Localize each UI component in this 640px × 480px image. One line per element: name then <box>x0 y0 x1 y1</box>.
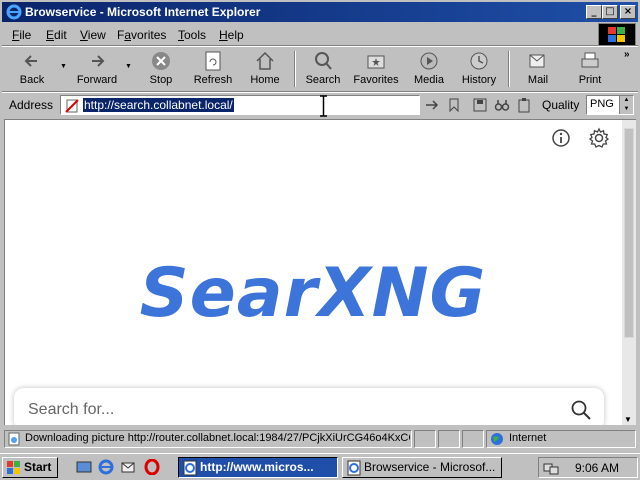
refresh-icon <box>205 51 221 71</box>
address-url: http://search.collabnet.local/ <box>83 98 234 112</box>
system-tray: 9:06 AM <box>538 457 638 478</box>
media-button[interactable]: Media <box>408 47 450 89</box>
forward-button[interactable]: Forward <box>72 47 122 89</box>
favorites-button[interactable]: Favorites <box>350 47 402 89</box>
quality-label: Quality <box>542 98 580 112</box>
info-icon[interactable] <box>551 128 571 148</box>
taskbar: Start http://www.micros... Browservice -… <box>0 453 640 480</box>
page-loading-icon <box>8 432 20 446</box>
address-bar: Address http://search.collabnet.local/ Q… <box>2 94 638 117</box>
search-box[interactable] <box>14 388 604 425</box>
status-pane <box>462 430 484 448</box>
binoculars-icon[interactable] <box>494 97 510 113</box>
clock[interactable]: 9:06 AM <box>575 461 619 475</box>
task-label: http://www.micros... <box>200 460 314 474</box>
favorites-folder-icon <box>367 55 385 69</box>
menu-bar: File Edit View Favorites Tools Help <box>2 24 596 44</box>
spin-down-icon[interactable]: ▼ <box>620 105 633 114</box>
quality-spinner[interactable]: ▲ ▼ <box>619 96 633 114</box>
status-message-pane: Downloading picture http://router.collab… <box>4 430 412 448</box>
standard-toolbar: Back ▼ Forward ▼ Stop Refresh Home Searc… <box>2 47 638 91</box>
maximize-button[interactable]: □ <box>602 5 618 19</box>
mail-icon <box>529 54 545 68</box>
separator <box>2 91 638 93</box>
window-title: Browservice - Microsoft Internet Explore… <box>25 5 261 19</box>
back-arrow-icon <box>24 55 37 67</box>
toolbar-overflow-chevron[interactable]: » <box>624 49 630 60</box>
quality-select[interactable]: PNG ▲ ▼ <box>586 95 634 115</box>
windows-logo-throbber <box>598 23 636 47</box>
status-bar: Downloading picture http://router.collab… <box>2 428 638 450</box>
vertical-scrollbar[interactable]: ▼ <box>622 120 636 425</box>
home-icon <box>256 51 274 70</box>
show-desktop-icon[interactable] <box>76 459 92 475</box>
search-input[interactable] <box>28 398 548 422</box>
status-pane <box>438 430 460 448</box>
mail-button[interactable]: Mail <box>516 47 560 89</box>
scrollbar-thumb[interactable] <box>624 128 634 338</box>
task-label: Browservice - Microsof... <box>364 460 496 474</box>
security-zone-pane: Internet <box>486 430 636 448</box>
refresh-button[interactable]: Refresh <box>190 47 236 89</box>
magnifier-globe-icon <box>315 52 332 70</box>
minimize-button[interactable]: _ <box>586 5 602 19</box>
forward-arrow-icon <box>92 55 105 67</box>
menu-view[interactable]: View <box>80 28 106 42</box>
menu-favorites[interactable]: Favorites <box>117 28 166 42</box>
menu-file[interactable]: File <box>12 28 31 42</box>
media-icon <box>420 52 438 70</box>
back-button[interactable]: Back <box>8 47 56 89</box>
opera-icon[interactable] <box>144 459 160 475</box>
bookmark-icon[interactable] <box>446 97 462 113</box>
close-button[interactable]: × <box>620 5 636 19</box>
internet-globe-icon <box>491 433 503 445</box>
menu-edit[interactable]: Edit <box>46 28 67 42</box>
ie-page-icon <box>347 460 361 476</box>
start-button[interactable]: Start <box>2 457 58 478</box>
home-button[interactable]: Home <box>244 47 286 89</box>
forward-dropdown-icon[interactable]: ▼ <box>125 63 132 70</box>
go-arrow-icon[interactable] <box>424 97 440 113</box>
quality-value: PNG <box>590 98 614 110</box>
address-input[interactable]: http://search.collabnet.local/ <box>60 95 420 117</box>
windows-logo-icon <box>7 461 20 474</box>
browser-window: Browservice - Microsoft Internet Explore… <box>0 0 640 452</box>
stop-button[interactable]: Stop <box>140 47 182 89</box>
scroll-down-icon[interactable]: ▼ <box>624 415 632 424</box>
search-icon[interactable] <box>570 399 592 421</box>
menu-tools[interactable]: Tools <box>178 28 206 42</box>
toolbar-divider <box>508 51 510 87</box>
back-dropdown-icon[interactable]: ▼ <box>60 63 67 70</box>
status-pane <box>414 430 436 448</box>
printer-icon <box>581 52 599 68</box>
menu-help[interactable]: Help <box>219 28 244 42</box>
internet-explorer-icon[interactable] <box>98 459 114 475</box>
clipboard-icon[interactable] <box>516 97 532 113</box>
searxng-logo: SearXNG <box>139 254 487 333</box>
text-cursor-icon <box>320 95 327 117</box>
ie-page-icon <box>183 460 197 476</box>
windows-flag-icon <box>608 27 625 42</box>
print-button[interactable]: Print <box>568 47 612 89</box>
gear-icon[interactable] <box>588 127 610 149</box>
save-icon[interactable] <box>472 97 488 113</box>
zone-label: Internet <box>509 432 547 444</box>
toolbar-divider <box>294 51 296 87</box>
stop-icon <box>152 52 170 70</box>
address-label: Address <box>9 98 54 112</box>
outlook-express-icon[interactable] <box>120 459 136 475</box>
page-viewport[interactable]: SearXNG ▼ <box>4 119 636 425</box>
search-toolbar-button[interactable]: Search <box>302 47 344 89</box>
taskbar-task-active[interactable]: http://www.micros... <box>178 457 338 478</box>
spin-up-icon[interactable]: ▲ <box>620 96 633 105</box>
network-tray-icon[interactable] <box>543 460 559 476</box>
history-icon <box>470 52 488 70</box>
taskbar-task[interactable]: Browservice - Microsof... <box>342 457 502 478</box>
title-bar[interactable]: Browservice - Microsoft Internet Explore… <box>2 2 638 22</box>
start-label: Start <box>24 460 52 474</box>
history-button[interactable]: History <box>456 47 502 89</box>
status-text: Downloading picture http://router.collab… <box>25 432 410 444</box>
ie-icon <box>6 4 22 20</box>
page-blocked-icon <box>65 99 79 113</box>
